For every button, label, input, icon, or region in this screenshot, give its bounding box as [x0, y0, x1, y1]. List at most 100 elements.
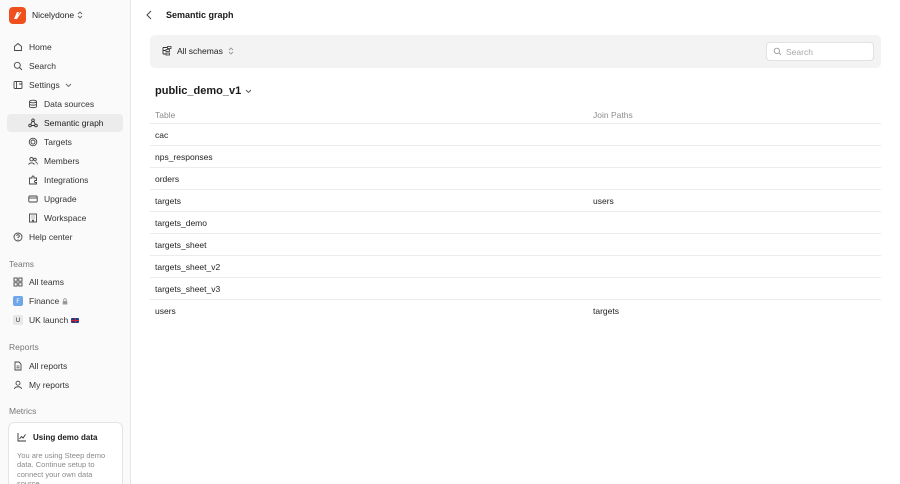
puzzle-icon [28, 175, 38, 185]
table-header: Table Join Paths [150, 104, 881, 124]
column-header-table: Table [155, 110, 176, 120]
nav-help-center[interactable]: Help center [7, 228, 123, 246]
table-name-cell: cac [155, 130, 169, 140]
nav-help-center-label: Help center [29, 232, 73, 242]
org-switcher[interactable]: Nicelydone [9, 6, 83, 24]
table-row[interactable]: targets_sheet [150, 234, 881, 256]
nav-upgrade[interactable]: Upgrade [7, 190, 123, 208]
nav-targets-label: Targets [44, 137, 72, 147]
nav-integrations[interactable]: Integrations [7, 171, 123, 189]
nav-targets[interactable]: Targets [7, 133, 123, 151]
line-chart-icon [17, 433, 26, 442]
table-row[interactable]: targets_demo [150, 212, 881, 234]
nav-search[interactable]: Search [7, 57, 123, 75]
nav-settings[interactable]: Settings [7, 76, 123, 94]
table-name-cell: nps_responses [155, 152, 213, 162]
nav-data-sources[interactable]: Data sources [7, 95, 123, 113]
schema-name-toggle[interactable]: public_demo_v1 [155, 85, 252, 97]
demo-card-title: Using demo data [33, 432, 98, 442]
nav-upgrade-label: Upgrade [44, 194, 77, 204]
column-header-join-paths: Join Paths [593, 110, 633, 120]
uk-flag-icon [71, 317, 80, 323]
nav-team-finance[interactable]: F Finance [7, 292, 123, 310]
help-icon [13, 232, 23, 242]
table-row[interactable]: cac [150, 124, 881, 146]
nav-search-label: Search [29, 61, 56, 71]
org-name: Nicelydone [32, 10, 75, 20]
table-row[interactable]: targets_sheet_v3 [150, 278, 881, 300]
schema-name: public_demo_v1 [155, 85, 242, 97]
nav-home[interactable]: Home [7, 38, 123, 56]
table-name-cell: targets_sheet [155, 240, 207, 250]
schema-select[interactable]: All schemas [162, 46, 234, 56]
grid-icon [13, 277, 23, 287]
graph-icon [28, 118, 38, 128]
chevron-down-icon [65, 83, 72, 88]
join-paths-cell: users [593, 196, 614, 206]
tables-table: Table Join Paths cac nps_responses order… [150, 104, 881, 322]
search-icon [773, 47, 782, 56]
nav-integrations-label: Integrations [44, 175, 89, 185]
nav-all-reports[interactable]: All reports [7, 357, 123, 375]
nav-workspace-label: Workspace [44, 213, 87, 223]
team-badge-finance: F [13, 296, 23, 306]
database-icon [28, 99, 38, 109]
nav-team-uk-launch-label: UK launch [29, 315, 69, 325]
table-row[interactable]: orders [150, 168, 881, 190]
document-icon [13, 361, 23, 371]
nav-my-reports[interactable]: My reports [7, 376, 123, 394]
nav-team-finance-label: Finance [29, 296, 60, 306]
table-name-cell: users [155, 306, 176, 316]
nav-workspace[interactable]: Workspace [7, 209, 123, 227]
table-name-cell: targets_sheet_v3 [155, 284, 221, 294]
home-icon [13, 42, 23, 52]
lock-icon [62, 297, 68, 305]
schema-toolbar: All schemas [150, 35, 881, 68]
table-name-cell: orders [155, 174, 180, 184]
nav-data-sources-label: Data sources [44, 99, 95, 109]
nav-my-reports-label: My reports [29, 380, 70, 390]
table-row[interactable]: targets_sheet_v2 [150, 256, 881, 278]
settings-icon [13, 80, 23, 90]
search-field[interactable] [766, 42, 874, 61]
nav-members[interactable]: Members [7, 152, 123, 170]
schema-tree-icon [162, 46, 172, 56]
nav-semantic-graph[interactable]: Semantic graph [7, 114, 123, 132]
chevron-updown-icon [77, 11, 83, 19]
schema-select-label: All schemas [177, 46, 223, 56]
building-icon [28, 213, 38, 223]
reports-section-label: Reports [9, 342, 39, 352]
nav-all-teams-label: All teams [29, 277, 64, 287]
nav-all-teams[interactable]: All teams [7, 273, 123, 291]
nav-team-uk-launch[interactable]: U UK launch [7, 311, 123, 329]
search-icon [13, 61, 23, 71]
join-paths-cell: targets [593, 306, 619, 316]
page-title: Semantic graph [166, 10, 234, 20]
table-name-cell: targets [155, 196, 181, 206]
users-icon [28, 156, 38, 166]
target-icon [28, 137, 38, 147]
nav-home-label: Home [29, 42, 52, 52]
table-row[interactable]: targets users [150, 190, 881, 212]
nav-settings-label: Settings [29, 80, 60, 90]
nav-members-label: Members [44, 156, 80, 166]
demo-card-text: You are using Steep demo data. Continue … [17, 451, 106, 484]
table-row[interactable]: nps_responses [150, 146, 881, 168]
chevron-down-icon [245, 89, 252, 94]
search-input[interactable] [786, 46, 866, 57]
nav-all-reports-label: All reports [29, 361, 68, 371]
table-row[interactable]: users targets [150, 300, 881, 322]
back-button[interactable] [143, 9, 155, 21]
teams-section-label: Teams [9, 259, 35, 269]
org-logo [9, 6, 26, 24]
user-icon [13, 380, 23, 390]
credit-card-icon [28, 194, 38, 204]
chevron-left-icon [146, 10, 152, 20]
team-badge-uk: U [13, 315, 23, 325]
table-name-cell: targets_sheet_v2 [155, 262, 221, 272]
table-name-cell: targets_demo [155, 218, 207, 228]
demo-data-card: Using demo data You are using Steep demo… [8, 422, 123, 484]
metrics-section-label: Metrics [9, 406, 37, 416]
nav-semantic-graph-label: Semantic graph [44, 118, 104, 128]
chevron-updown-icon [228, 47, 234, 55]
